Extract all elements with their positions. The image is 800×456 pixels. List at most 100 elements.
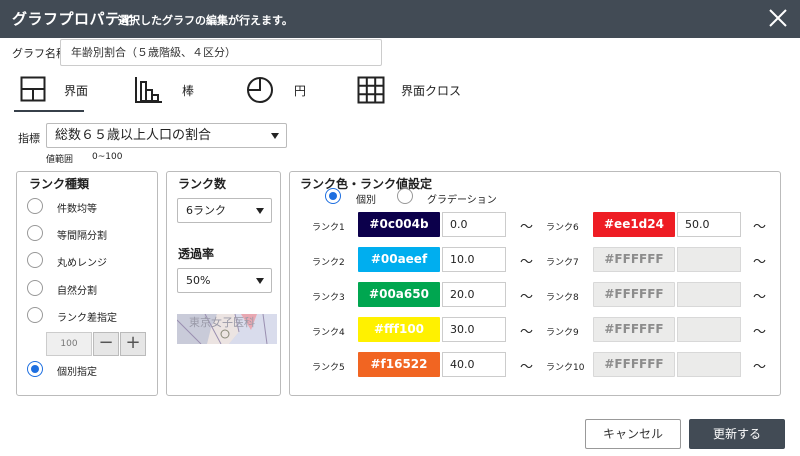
rank-color-button[interactable]: #fff100 <box>358 317 440 342</box>
rank-color-button[interactable]: #00aeef <box>358 247 440 272</box>
rank-value-input[interactable] <box>677 352 741 377</box>
rank-type-label-individual: 個別指定 <box>57 367 97 378</box>
rank-type-radio-rank-difference[interactable] <box>27 307 43 323</box>
mode-radio-gradation[interactable] <box>397 188 413 204</box>
rank-value-input[interactable] <box>677 247 741 272</box>
increment-button[interactable]: + <box>120 332 146 356</box>
rank-color-button[interactable]: #FFFFFF <box>593 317 675 342</box>
rank-color-button[interactable]: #FFFFFF <box>593 352 675 377</box>
range-tilde: ～ <box>753 290 767 305</box>
range-value: 0~100 <box>92 152 123 162</box>
transparency-select[interactable]: 50% <box>177 268 272 293</box>
tab-area[interactable]: 界面 <box>14 70 88 112</box>
rank-value-input[interactable]: 10.0 <box>442 247 506 272</box>
rank-label: ランク1 <box>312 223 345 233</box>
rank-color-button[interactable]: #0c004b <box>358 212 440 237</box>
rank-type-label-rounded-range: 丸めレンジ <box>57 258 107 269</box>
rank-value-input[interactable]: 50.0 <box>677 212 741 237</box>
rank-type-title: ランク種類 <box>29 177 90 191</box>
rank-difference-input[interactable]: 100 <box>46 332 92 356</box>
metric-label: 指標 <box>18 132 40 145</box>
rank-label: ランク2 <box>312 258 345 268</box>
rank-label: ランク7 <box>546 258 579 268</box>
range-tilde: ～ <box>753 325 767 340</box>
graph-name-input[interactable]: 年齢別割合（５歳階級、４区分） <box>60 39 382 66</box>
rank-value-input[interactable]: 40.0 <box>442 352 506 377</box>
rank-label: ランク6 <box>546 223 579 233</box>
tab-grid-cross-label: 界面クロス <box>401 84 462 98</box>
rank-colors-title: ランク色・ランク値設定 <box>300 177 433 191</box>
transparency-preview-map: 東京女子医科 <box>177 314 277 344</box>
rank-type-radio-equal-count[interactable] <box>27 198 43 214</box>
chevron-down-icon <box>271 133 279 139</box>
rank-value-input[interactable]: 0.0 <box>442 212 506 237</box>
range-tilde: ～ <box>520 255 534 270</box>
rank-label: ランク5 <box>312 363 345 373</box>
plus-icon: + <box>125 332 141 353</box>
rank-count-value: 6ランク <box>186 204 226 217</box>
rank-type-radio-rounded-range[interactable] <box>27 252 43 268</box>
decrement-button[interactable]: − <box>93 332 119 356</box>
rank-type-label-equal-interval: 等間隔分割 <box>57 231 107 242</box>
pie-chart-icon <box>247 77 273 103</box>
range-tilde: ～ <box>520 325 534 340</box>
rank-color-button[interactable]: #FFFFFF <box>593 247 675 272</box>
rank-color-button[interactable]: #ee1d24 <box>593 212 675 237</box>
rank-value-input[interactable]: 20.0 <box>442 282 506 307</box>
rank-label: ランク8 <box>546 293 579 303</box>
rank-color-button[interactable]: #f16522 <box>358 352 440 377</box>
transparency-title: 透過率 <box>178 247 215 261</box>
bar-chart-icon <box>135 77 162 103</box>
rank-type-radio-equal-interval[interactable] <box>27 225 43 241</box>
chevron-down-icon <box>256 208 264 214</box>
rank-value-input[interactable]: 30.0 <box>442 317 506 342</box>
tab-pie-label: 円 <box>294 84 307 98</box>
tab-pie[interactable]: 円 <box>246 70 316 112</box>
rank-count-select[interactable]: 6ランク <box>177 198 272 223</box>
range-tilde: ～ <box>520 220 534 235</box>
chevron-down-icon <box>256 278 264 284</box>
area-layout-icon <box>20 76 46 102</box>
metric-select-value: 総数６５歳以上人口の割合 <box>55 128 212 143</box>
tab-grid-cross[interactable]: 界面クロス <box>357 70 467 112</box>
range-tilde: ～ <box>520 290 534 305</box>
rank-type-radio-individual[interactable] <box>27 361 43 377</box>
rank-type-label-equal-count: 件数均等 <box>57 204 97 215</box>
rank-type-label-natural-breaks: 自然分割 <box>57 286 97 297</box>
rank-label: ランク9 <box>546 328 579 338</box>
rank-label: ランク3 <box>312 293 345 303</box>
map-preview-text: 東京女子医科 <box>189 316 255 329</box>
tab-area-label: 界面 <box>64 84 89 98</box>
range-label: 値範囲 <box>46 155 74 165</box>
grid-cross-icon <box>357 76 385 104</box>
rank-value-input[interactable] <box>677 317 741 342</box>
transparency-value: 50% <box>186 274 211 287</box>
tab-bar-label: 棒 <box>182 84 195 98</box>
mode-radio-individual[interactable] <box>325 188 341 204</box>
dialog-titlebar: グラフプロパティ 選択したグラフの編集が行えます。 <box>0 0 800 38</box>
rank-type-label-rank-difference: ランク差指定 <box>57 313 117 324</box>
range-tilde: ～ <box>753 360 767 375</box>
mode-label-gradation: グラデーション <box>427 195 497 206</box>
range-tilde: ～ <box>753 255 767 270</box>
tab-bar[interactable]: 棒 <box>134 70 204 112</box>
graph-name-label: グラフ名称 <box>12 47 67 60</box>
dialog-subtitle: 選択したグラフの編集が行えます。 <box>118 14 293 27</box>
rank-color-button[interactable]: #00a650 <box>358 282 440 307</box>
rank-color-button[interactable]: #FFFFFF <box>593 282 675 307</box>
dialog-title: グラフプロパティ <box>12 10 136 28</box>
rank-label: ランク4 <box>312 328 345 338</box>
chart-type-tabs: 界面 棒 円 界面クロス <box>0 70 800 112</box>
rank-label: ランク10 <box>546 363 585 373</box>
minus-icon: − <box>98 332 114 353</box>
close-icon[interactable] <box>766 6 790 30</box>
range-tilde: ～ <box>753 220 767 235</box>
update-button[interactable]: 更新する <box>689 419 785 449</box>
rank-count-title: ランク数 <box>178 177 227 191</box>
cancel-button[interactable]: キャンセル <box>585 419 681 449</box>
rank-type-radio-natural-breaks[interactable] <box>27 280 43 296</box>
mode-label-individual: 個別 <box>356 195 376 206</box>
metric-select[interactable]: 総数６５歳以上人口の割合 <box>46 123 287 148</box>
rank-value-input[interactable] <box>677 282 741 307</box>
range-tilde: ～ <box>520 360 534 375</box>
